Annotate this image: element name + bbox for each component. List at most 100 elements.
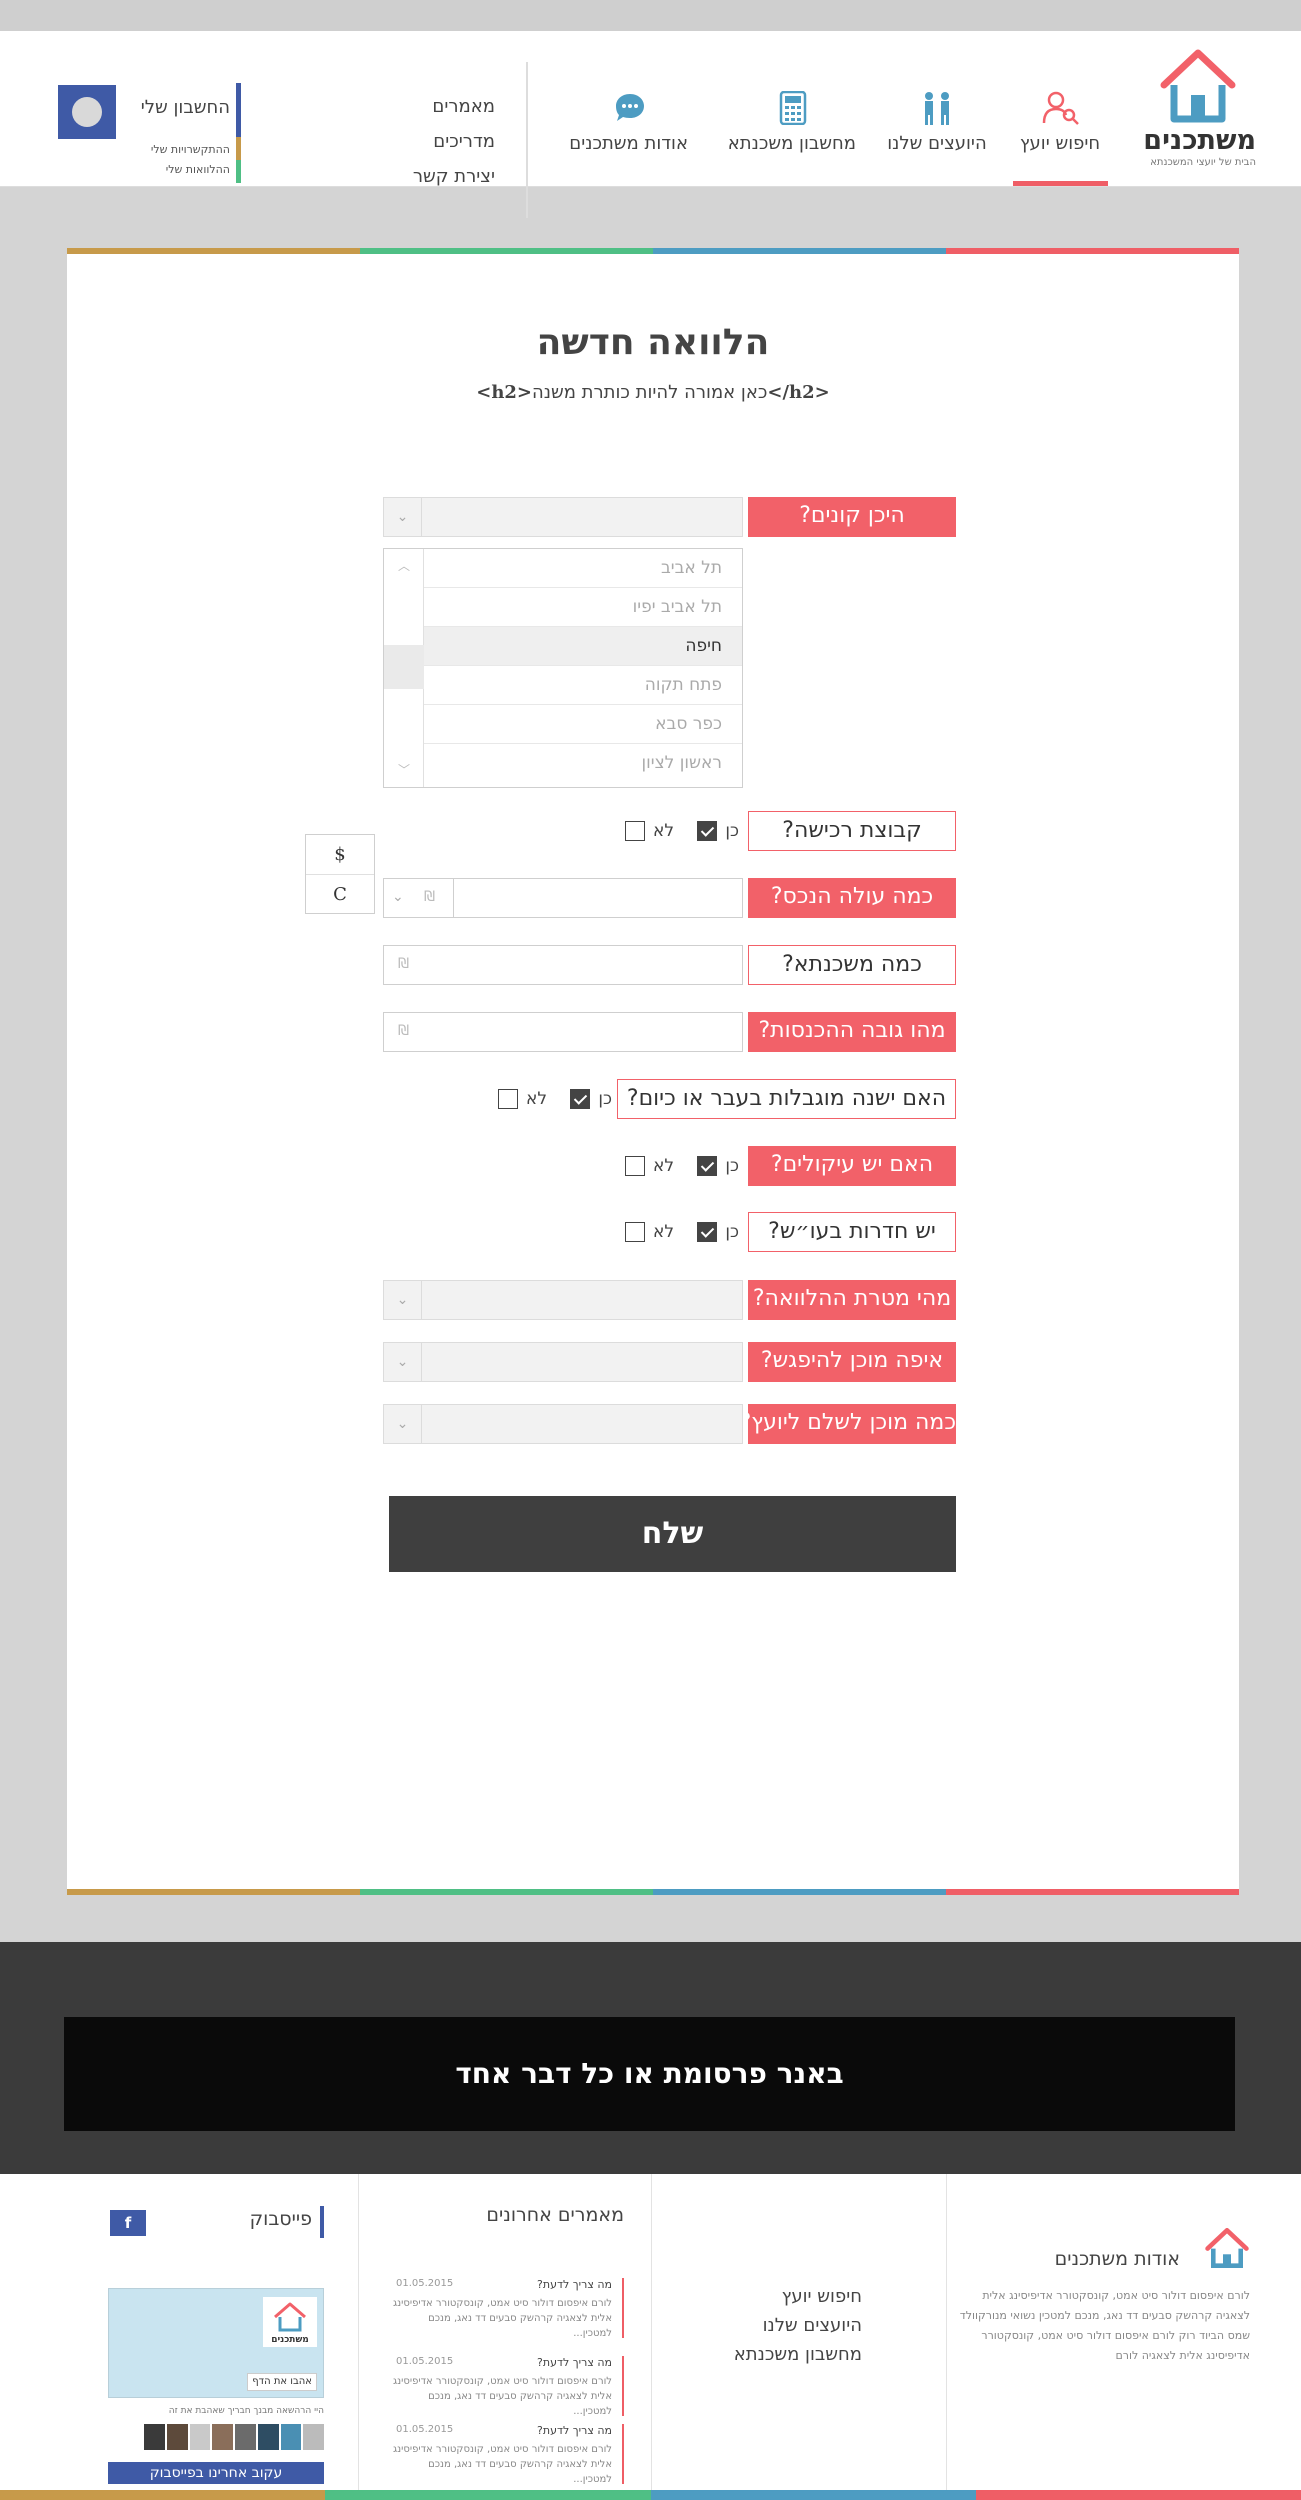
checkbox-yes[interactable] bbox=[570, 1089, 591, 1109]
option-no[interactable]: לא bbox=[624, 1220, 674, 1244]
house-logo-icon bbox=[1160, 49, 1236, 123]
dropdown-scrollbar[interactable]: ︿ ﹀ bbox=[384, 549, 424, 787]
meet-where-select[interactable]: ⌄ bbox=[383, 1342, 743, 1382]
footer-link-advisors[interactable]: היועצים שלנו bbox=[680, 2311, 862, 2340]
friend-avatar[interactable] bbox=[257, 2424, 279, 2450]
purchase-group-options: כן לא bbox=[619, 819, 739, 843]
nav-mortgage-calculator[interactable]: מחשבון משכנתא bbox=[728, 91, 856, 154]
city-option[interactable]: תל אביב bbox=[424, 549, 742, 588]
advisors-icon bbox=[925, 92, 949, 125]
advisor-pay-select[interactable]: ⌄ bbox=[383, 1404, 743, 1444]
checkbox-no[interactable] bbox=[624, 821, 645, 841]
footer-link-search[interactable]: חיפוש יועץ bbox=[680, 2282, 862, 2311]
article-date: 01.05.2015 bbox=[396, 2424, 454, 2435]
city-option[interactable]: תל אביב יפיו bbox=[424, 588, 742, 627]
option-yes[interactable]: כן bbox=[570, 1087, 612, 1111]
footer-bottom-strip bbox=[0, 2490, 1301, 2500]
account-my-loans[interactable]: ההלוואות שלי bbox=[166, 163, 230, 176]
footer-about-text: לורם איפסום דולור סיט אמט, קונסקטורר אדי… bbox=[959, 2289, 1250, 2362]
page-title: הלוואה חדשה bbox=[536, 322, 770, 363]
loan-purpose-select[interactable]: ⌄ bbox=[383, 1280, 743, 1320]
fb-friends-note: היי הרהשאה מבנך חבריך שאהבת את זה bbox=[168, 2406, 324, 2416]
banner-section: באנר פרסומת או כל דבר אחד bbox=[0, 1942, 1301, 2174]
article-title[interactable]: מה צריך לדעת? bbox=[537, 2356, 612, 2369]
property-cost-input[interactable]: ⌄ ₪ bbox=[383, 878, 743, 918]
fb-follow-button[interactable]: עקוב אחרינו בפייסבוק bbox=[108, 2462, 324, 2484]
chevron-down-icon[interactable]: ﹀ bbox=[398, 761, 410, 778]
site-header: משתכנים הבית של יועצי המשכנתא חיפוש יועץ… bbox=[0, 31, 1301, 218]
checkbox-no[interactable] bbox=[624, 1156, 645, 1176]
fb-like-button[interactable]: אהבו את הדף bbox=[247, 2373, 317, 2391]
link-articles[interactable]: מאמרים bbox=[400, 89, 495, 124]
subtitle-tag-close: </h2> bbox=[767, 382, 830, 403]
top-links: מאמרים מדריכים יצירת קשר bbox=[400, 89, 495, 194]
checkbox-yes[interactable] bbox=[697, 1222, 718, 1242]
friend-avatar[interactable] bbox=[166, 2424, 188, 2450]
link-contact[interactable]: יצירת קשר bbox=[400, 159, 495, 194]
new-loan-card: הלוואה חדשה <h2>כאן אמורה להיות כותרת מש… bbox=[67, 248, 1239, 1895]
account-title[interactable]: החשבון שלי bbox=[141, 97, 230, 118]
option-yes[interactable]: כן bbox=[697, 1154, 739, 1178]
currency-select[interactable]: ⌄ ₪ bbox=[384, 879, 454, 917]
article-title[interactable]: מה צריך לדעת? bbox=[537, 2424, 612, 2437]
article-item[interactable]: מה צריך לדעת? 01.05.2015 לורם איפסום דול… bbox=[390, 2356, 624, 2417]
option-no[interactable]: לא bbox=[624, 819, 674, 843]
mortgage-amount-input[interactable]: ₪ bbox=[383, 945, 743, 985]
article-item[interactable]: מה צריך לדעת? 01.05.2015 לורם איפסום דול… bbox=[390, 2278, 624, 2339]
no-label: לא bbox=[525, 1089, 547, 1109]
checkbox-no[interactable] bbox=[497, 1089, 518, 1109]
label-restrictions: האם ישנה מוגבלות בעבר או כיום? bbox=[617, 1079, 956, 1119]
city-option[interactable]: ראשון לציון bbox=[424, 744, 742, 783]
safe-rooms-options: כן לא bbox=[619, 1220, 739, 1244]
option-no[interactable]: לא bbox=[497, 1087, 547, 1111]
city-option[interactable]: כפר סבא bbox=[424, 705, 742, 744]
article-title[interactable]: מה צריך לדעת? bbox=[537, 2278, 612, 2291]
footer-link-calculator[interactable]: מחשבון משכנתא bbox=[680, 2340, 862, 2369]
my-account[interactable]: החשבון שלי ההתקשרויות שלי ההלוואות שלי bbox=[58, 83, 248, 183]
currency-dropdown[interactable]: $ C bbox=[305, 834, 375, 914]
account-my-contacts[interactable]: ההתקשרויות שלי bbox=[151, 143, 230, 156]
link-guides[interactable]: מדריכים bbox=[400, 124, 495, 159]
option-yes[interactable]: כן bbox=[697, 819, 739, 843]
article-item[interactable]: מה צריך לדעת? 01.05.2015 לורם איפסום דול… bbox=[390, 2424, 624, 2485]
city-dropdown-list[interactable]: ︿ ﹀ תל אביב תל אביב יפיו חיפה פתח תקוה כ… bbox=[383, 548, 743, 788]
option-yes[interactable]: כן bbox=[697, 1220, 739, 1244]
checkbox-no[interactable] bbox=[624, 1222, 645, 1242]
income-input[interactable]: ₪ bbox=[383, 1012, 743, 1052]
currency-option[interactable]: $ bbox=[306, 835, 374, 875]
footer-divider bbox=[651, 2174, 652, 2492]
city-select[interactable]: ⌄ bbox=[383, 497, 743, 537]
city-option-selected[interactable]: חיפה bbox=[424, 627, 742, 666]
friend-avatar[interactable] bbox=[235, 2424, 256, 2450]
subtitle-tag-open: <h2> bbox=[476, 382, 533, 403]
ad-banner[interactable]: באנר פרסומת או כל דבר אחד bbox=[64, 2017, 1235, 2131]
nav-about[interactable]: אודות משתכנים bbox=[569, 91, 688, 154]
city-option[interactable]: פתח תקוה bbox=[424, 666, 742, 705]
facebook-page-widget[interactable]: משתכנים אהבו את הדף bbox=[108, 2288, 324, 2398]
chevron-up-icon[interactable]: ︿ bbox=[398, 557, 410, 574]
option-no[interactable]: לא bbox=[624, 1154, 674, 1178]
scroll-thumb[interactable] bbox=[384, 645, 424, 689]
friend-avatar[interactable] bbox=[303, 2424, 324, 2450]
site-logo[interactable]: משתכנים הבית של יועצי המשכנתא bbox=[1136, 49, 1256, 169]
checkbox-yes[interactable] bbox=[697, 821, 718, 841]
avatar[interactable] bbox=[58, 85, 116, 139]
label-property-cost: כמה עולה הנכס? bbox=[748, 878, 956, 918]
facebook-icon[interactable]: f bbox=[110, 2210, 146, 2236]
submit-button[interactable]: שלח bbox=[389, 1496, 956, 1572]
currency-option[interactable]: C bbox=[306, 875, 374, 915]
friend-avatar[interactable] bbox=[212, 2424, 233, 2450]
checkbox-yes[interactable] bbox=[697, 1156, 718, 1176]
article-date: 01.05.2015 bbox=[396, 2278, 454, 2289]
nav-our-advisors[interactable]: היועצים שלנו bbox=[884, 91, 990, 154]
nav-search-advisor[interactable]: חיפוש יועץ bbox=[1014, 91, 1106, 154]
card-bottom-strip bbox=[67, 1889, 1239, 1895]
friend-avatar[interactable] bbox=[144, 2424, 165, 2450]
shekel-icon: ₪ bbox=[398, 956, 409, 972]
friend-avatar[interactable] bbox=[280, 2424, 302, 2450]
brand-tagline: הבית של יועצי המשכנתא bbox=[1150, 157, 1256, 168]
nav-active-indicator bbox=[1013, 181, 1108, 186]
header-divider bbox=[526, 62, 528, 218]
chat-bubble-icon bbox=[616, 94, 644, 121]
friend-avatar[interactable] bbox=[189, 2424, 211, 2450]
